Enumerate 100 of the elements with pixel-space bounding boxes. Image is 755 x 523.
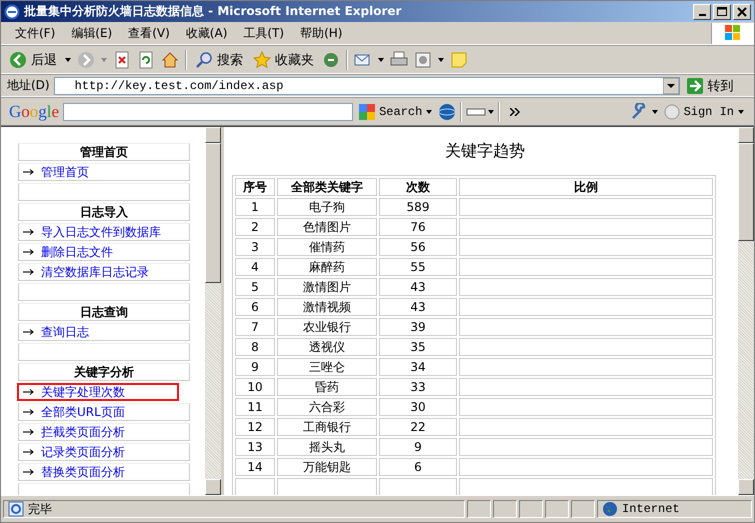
dropdown-icon[interactable]: [662, 78, 679, 94]
favorites-button[interactable]: 收藏夹: [251, 50, 316, 70]
minimize-icon: [698, 14, 706, 16]
maximize-button[interactable]: [713, 4, 731, 20]
table-cell: 激情视频: [277, 298, 377, 316]
table-cell: 激情图片: [277, 278, 377, 296]
nav-link[interactable]: 管理首页: [18, 163, 190, 181]
nav-link[interactable]: 清空数据库日志记录: [18, 263, 190, 281]
caret-icon[interactable]: [65, 58, 71, 62]
caret-icon[interactable]: [438, 58, 444, 62]
globe-icon[interactable]: [438, 102, 456, 120]
table-cell: 4: [235, 258, 275, 276]
menu-item[interactable]: 文件(F): [7, 24, 64, 42]
status-panel: [467, 500, 491, 518]
table-cell: 35: [379, 338, 457, 356]
table-cell: 8: [235, 338, 275, 356]
table-cell: 39: [379, 318, 457, 336]
status-panel: [545, 500, 569, 518]
table-cell: 13: [235, 438, 275, 456]
refresh-icon[interactable]: [137, 50, 155, 68]
menu-item[interactable]: 帮助(H): [292, 24, 350, 42]
table-cell: 9: [235, 358, 275, 376]
table-cell: 色情图片: [277, 218, 377, 236]
close-button[interactable]: [733, 4, 751, 20]
table-cell: 农业银行: [277, 318, 377, 336]
address-field[interactable]: http://key.test.com/index.asp: [54, 76, 680, 94]
window-title: 批量集中分析防火墙日志数据信息 - Microsoft Internet Explorer: [24, 3, 402, 20]
browser-icon: [4, 4, 20, 20]
tiles-icon: [359, 104, 376, 120]
arrow-icon: [23, 469, 35, 475]
nav-link[interactable]: 替换类页面分析: [18, 463, 190, 481]
scrollbar[interactable]: [738, 127, 754, 495]
table-cell: 11: [235, 398, 275, 416]
nav-link[interactable]: 导入日志文件到数据库: [18, 223, 190, 241]
go-button[interactable]: 转到: [684, 76, 736, 96]
edit-icon[interactable]: [414, 50, 432, 68]
section-heading: 日志导入: [18, 203, 190, 221]
home-icon[interactable]: [161, 50, 179, 68]
table-cell: 麻醉药: [277, 258, 377, 276]
table-cell: 昏药: [277, 378, 377, 396]
arrow-icon: [23, 449, 35, 455]
table-cell: 透视仪: [277, 338, 377, 356]
table-cell: 43: [379, 278, 457, 296]
print-icon[interactable]: [390, 50, 408, 68]
status-panel: [571, 500, 595, 518]
column-header: 序号: [235, 178, 275, 196]
nav-link[interactable]: 全部类URL页面: [18, 403, 190, 421]
menu-item[interactable]: 收藏(A): [178, 24, 236, 42]
highlight-icon[interactable]: [466, 106, 494, 116]
table-cell: 1: [235, 198, 275, 216]
table-cell: 589: [379, 198, 457, 216]
section-heading: 管理首页: [18, 143, 190, 161]
search-field[interactable]: [63, 102, 354, 120]
sign-in-button[interactable]: Sign In: [662, 102, 746, 120]
arrow-icon: [23, 249, 35, 255]
table-cell: 2: [235, 218, 275, 236]
star-icon: [253, 50, 271, 68]
search-icon: [195, 50, 213, 68]
maximize-icon: [717, 6, 727, 16]
minimize-button[interactable]: [693, 4, 711, 20]
nav-link[interactable]: 拦截类页面分析: [18, 423, 190, 441]
nav-link[interactable]: 查询日志: [18, 323, 190, 341]
caret-icon[interactable]: [652, 110, 658, 114]
close-icon: [737, 6, 747, 16]
circle-icon: [664, 104, 680, 120]
arrow-icon: [23, 429, 35, 435]
arrow-icon: [23, 229, 35, 235]
nav-link[interactable]: 记录类页面分析: [18, 443, 190, 461]
caret-icon[interactable]: [378, 58, 384, 62]
table-cell: 5: [235, 278, 275, 296]
table-cell: 3: [235, 238, 275, 256]
menu-item[interactable]: 编辑(E): [63, 24, 120, 42]
table-cell: 22: [379, 418, 457, 436]
media-icon[interactable]: [322, 50, 340, 68]
table-cell: 万能钥匙: [277, 458, 377, 476]
table-cell: 6: [379, 458, 457, 476]
table-cell: 三唑仑: [277, 358, 377, 376]
column-header: 比例: [459, 178, 713, 196]
caret-icon: [426, 110, 432, 114]
go-arrow-icon: [686, 76, 704, 94]
table-cell: 9: [379, 438, 457, 456]
arrow-icon: [23, 329, 35, 335]
table-cell: 催情药: [277, 238, 377, 256]
menu-item[interactable]: 查看(V): [120, 24, 178, 42]
back-button[interactable]: 后退: [7, 50, 59, 70]
status-panel: [519, 500, 543, 518]
search-button[interactable]: Search: [357, 102, 434, 120]
menu-item[interactable]: 工具(T): [235, 24, 292, 42]
stop-icon[interactable]: [113, 50, 131, 68]
page-icon: [8, 501, 24, 517]
nav-link[interactable]: 删除日志文件: [18, 243, 190, 261]
table-cell: 30: [379, 398, 457, 416]
table-cell: 6: [235, 298, 275, 316]
search-button[interactable]: 搜索: [193, 50, 245, 70]
table-cell: 43: [379, 298, 457, 316]
arrow-icon: [23, 409, 35, 415]
scrollbar[interactable]: [205, 127, 221, 495]
nav-link[interactable]: 关键字处理次数: [17, 383, 179, 401]
status-panel: [493, 500, 517, 518]
table-cell: 33: [379, 378, 457, 396]
